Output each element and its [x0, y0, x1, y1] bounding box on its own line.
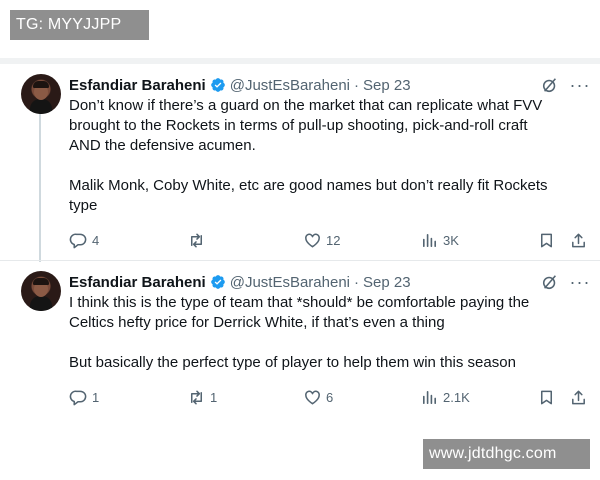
- tweet-actions: 1 1 6 2.1K: [69, 387, 589, 407]
- grok-icon[interactable]: [540, 272, 560, 292]
- share-button[interactable]: [569, 387, 588, 407]
- tweet-line: type: [69, 197, 98, 214]
- bookmark-icon: [540, 233, 553, 247]
- reply-count: 4: [92, 232, 100, 248]
- tweet-1[interactable]: Esfandiar Baraheni @JustEsBaraheni · Sep…: [0, 64, 600, 262]
- share-button[interactable]: [569, 230, 588, 250]
- views-icon: [422, 233, 437, 247]
- paragraph-break: [69, 156, 579, 176]
- watermark-bottom: www.jdtdhgc.com: [423, 439, 590, 469]
- verified-badge-icon: [210, 274, 226, 290]
- bookmark-button[interactable]: [537, 387, 556, 407]
- tweet-line: AND the defensive acumen.: [69, 137, 256, 154]
- views-count: 3K: [443, 232, 459, 248]
- bookmark-button[interactable]: [537, 230, 556, 250]
- tweet-top-actions: ···: [540, 272, 590, 292]
- reply-button[interactable]: 4: [69, 230, 99, 250]
- paragraph-break: [69, 333, 579, 353]
- tweet-line: Malik Monk, Coby White, etc are good nam…: [69, 177, 548, 194]
- tweet-line: But basically the perfect type of player…: [69, 354, 516, 371]
- author-handle[interactable]: @JustEsBaraheni: [230, 274, 350, 291]
- like-count: 12: [326, 232, 341, 248]
- more-icon[interactable]: ···: [570, 272, 590, 292]
- tweet-thread: Esfandiar Baraheni @JustEsBaraheni · Sep…: [0, 58, 600, 422]
- views-icon: [422, 390, 437, 404]
- tweet-line: brought to the Rockets in terms of pull-…: [69, 117, 528, 134]
- tweet-text: Don’t know if there’s a guard on the mar…: [69, 96, 579, 216]
- like-count: 6: [326, 389, 334, 405]
- like-icon: [305, 390, 320, 404]
- tweet-header: Esfandiar Baraheni @JustEsBaraheni · Sep…: [69, 75, 411, 95]
- tweet-text: I think this is the type of team that *s…: [69, 293, 579, 373]
- bookmark-icon: [540, 390, 553, 404]
- grok-icon[interactable]: [540, 75, 560, 95]
- verified-badge-icon: [210, 77, 226, 93]
- retweet-icon: [190, 233, 203, 247]
- reply-button[interactable]: 1: [69, 387, 99, 407]
- retweet-icon: [190, 390, 203, 404]
- like-button[interactable]: 12: [303, 230, 340, 250]
- tweet-actions: 4 12 3K: [69, 230, 589, 250]
- reply-count: 1: [92, 389, 100, 405]
- author-handle[interactable]: @JustEsBaraheni: [230, 77, 350, 94]
- tweet-line: Don’t know if there’s a guard on the mar…: [69, 97, 543, 114]
- avatar[interactable]: [21, 271, 61, 311]
- views-button[interactable]: 2.1K: [420, 387, 470, 407]
- separator-dot: ·: [354, 76, 360, 94]
- avatar[interactable]: [21, 74, 61, 114]
- tweet-date[interactable]: Sep 23: [363, 274, 411, 291]
- tweet-line: I think this is the type of team that *s…: [69, 294, 530, 311]
- tweet-date[interactable]: Sep 23: [363, 77, 411, 94]
- watermark-top: TG: MYYJJPP: [10, 10, 149, 40]
- tweet-line: Celtics hefty price for Derrick White, i…: [69, 314, 445, 331]
- reply-icon: [69, 233, 87, 248]
- more-icon[interactable]: ···: [570, 75, 590, 95]
- views-count: 2.1K: [443, 389, 470, 405]
- like-button[interactable]: 6: [303, 387, 333, 407]
- share-icon: [572, 390, 585, 404]
- retweet-count: 1: [210, 389, 218, 405]
- author-name[interactable]: Esfandiar Baraheni: [69, 274, 206, 291]
- share-icon: [572, 233, 585, 247]
- views-button[interactable]: 3K: [420, 230, 459, 250]
- retweet-button[interactable]: 1: [187, 387, 217, 407]
- author-name[interactable]: Esfandiar Baraheni: [69, 77, 206, 94]
- separator-dot: ·: [354, 273, 360, 291]
- reply-icon: [69, 390, 87, 405]
- tweet-top-actions: ···: [540, 75, 590, 95]
- like-icon: [305, 233, 320, 247]
- tweet-header: Esfandiar Baraheni @JustEsBaraheni · Sep…: [69, 272, 411, 292]
- thread-connector-line: [39, 110, 41, 262]
- tweet-2[interactable]: Esfandiar Baraheni @JustEsBaraheni · Sep…: [0, 260, 600, 422]
- retweet-button[interactable]: [187, 230, 210, 250]
